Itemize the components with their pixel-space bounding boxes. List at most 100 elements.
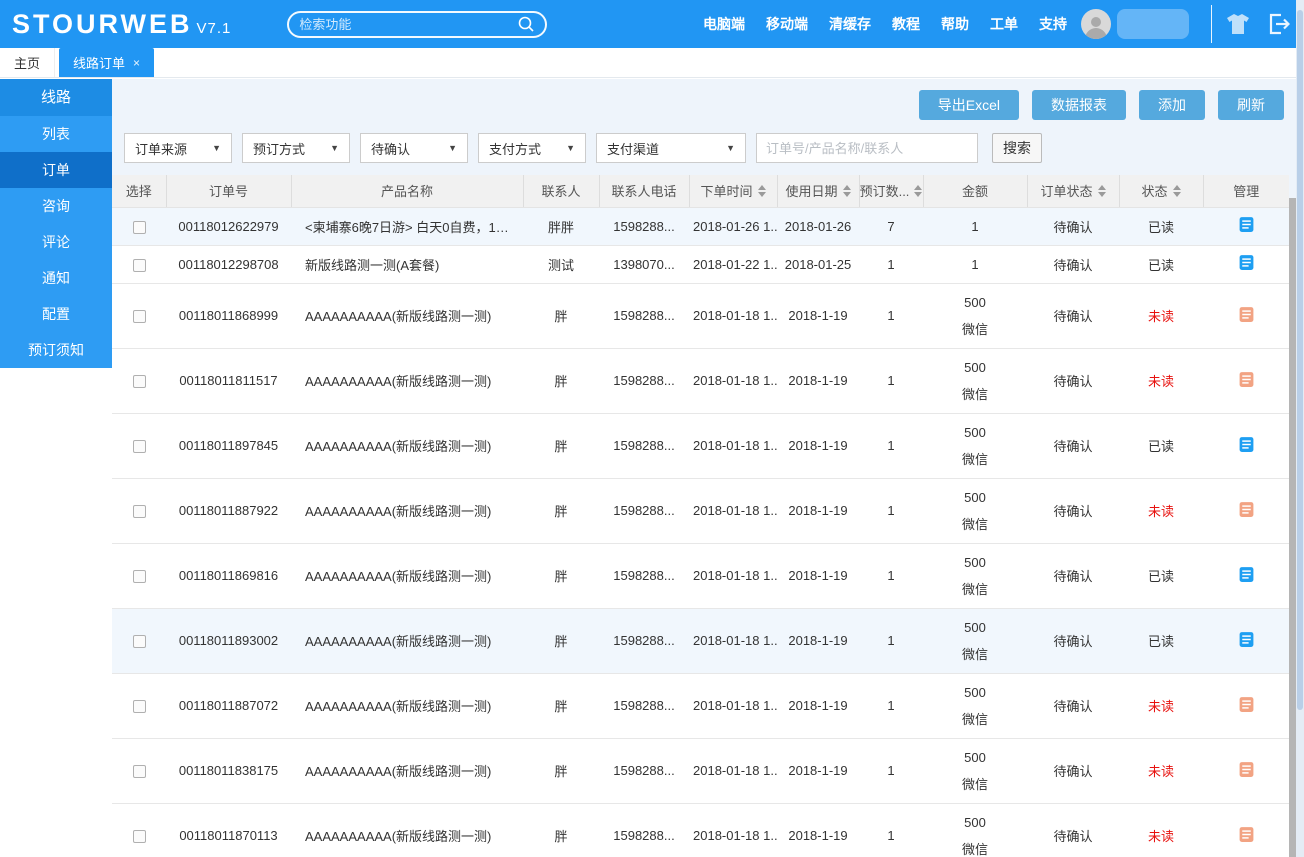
pay-channel: 微信: [961, 386, 988, 402]
cell-read-status: 未读: [1119, 348, 1203, 414]
row-checkbox[interactable]: [132, 258, 146, 272]
sidebar-item[interactable]: 列表: [0, 116, 112, 152]
logout-icon[interactable]: [1268, 13, 1290, 35]
sidebar-item[interactable]: 评论: [0, 224, 112, 260]
row-checkbox[interactable]: [132, 375, 146, 389]
tab-close-icon[interactable]: ×: [133, 56, 140, 70]
toolbar-button[interactable]: 添加: [1139, 90, 1205, 120]
cell-contact: 胖: [523, 283, 599, 349]
cell-select: [112, 478, 166, 544]
row-checkbox[interactable]: [132, 830, 146, 844]
row-checkbox[interactable]: [132, 570, 146, 584]
column-header[interactable]: 金额: [923, 175, 1028, 208]
filter-select[interactable]: 订单来源 ▼: [124, 133, 232, 163]
manage-document-icon[interactable]: [1238, 501, 1255, 518]
search-button[interactable]: 搜索: [992, 133, 1042, 163]
toolbar-button[interactable]: 刷新: [1218, 90, 1284, 120]
sort-icon[interactable]: [1172, 184, 1181, 197]
window-scrollbar-thumb[interactable]: [1297, 10, 1303, 710]
manage-document-icon[interactable]: [1238, 436, 1255, 453]
sidebar-item[interactable]: 预订须知: [0, 332, 112, 368]
column-header[interactable]: 产品名称: [291, 175, 524, 208]
header-menu-item[interactable]: 移动端: [766, 14, 808, 34]
tab[interactable]: 线路订单 ×: [59, 48, 155, 77]
column-header[interactable]: 使用日期: [777, 175, 860, 208]
manage-document-icon[interactable]: [1238, 696, 1255, 713]
toolbar-button[interactable]: 数据报表: [1032, 90, 1126, 120]
cell-order-time: 2018-01-18 1...: [689, 673, 777, 739]
cell-select: [112, 283, 166, 349]
global-search[interactable]: [287, 10, 548, 38]
header-menu-item[interactable]: 教程: [892, 14, 920, 34]
cell-select: [112, 803, 166, 857]
row-checkbox[interactable]: [132, 220, 146, 234]
sort-icon[interactable]: [1097, 184, 1106, 197]
cell-order-status: 待确认: [1027, 608, 1119, 674]
amount-value: 500: [964, 619, 986, 635]
filter-select[interactable]: 支付方式 ▼: [478, 133, 586, 163]
sidebar-item[interactable]: 咨询: [0, 188, 112, 224]
column-header[interactable]: 订单状态: [1027, 175, 1120, 208]
manage-document-icon[interactable]: [1238, 216, 1255, 233]
column-header[interactable]: 联系人电话: [599, 175, 690, 208]
order-search-input[interactable]: [756, 133, 978, 163]
toolbar-button[interactable]: 导出Excel: [918, 90, 1019, 120]
manage-document-icon[interactable]: [1238, 826, 1255, 843]
row-checkbox[interactable]: [132, 765, 146, 779]
row-checkbox[interactable]: [132, 440, 146, 454]
avatar[interactable]: [1081, 9, 1111, 39]
row-checkbox[interactable]: [132, 310, 146, 324]
manage-document-icon[interactable]: [1238, 306, 1255, 323]
row-checkbox[interactable]: [132, 700, 146, 714]
cell-order-time: 2018-01-22 1...: [689, 245, 777, 284]
sort-icon[interactable]: [914, 184, 922, 197]
column-header[interactable]: 管理: [1203, 175, 1289, 208]
table-row: 00118011869816 AAAAAAAAAA(新版线路测一测) 胖 159…: [112, 543, 1289, 609]
action-toolbar: 导出Excel 数据报表 添加 刷新: [112, 79, 1296, 120]
sidebar-section-lines[interactable]: 线路: [0, 79, 112, 116]
cell-product-name: AAAAAAAAAA(新版线路测一测): [291, 283, 523, 349]
table-scrollbar-thumb[interactable]: [1289, 198, 1296, 857]
filter-select[interactable]: 待确认 ▼: [360, 133, 468, 163]
pay-channel: 微信: [961, 776, 988, 792]
cell-use-date: 2018-01-26: [777, 207, 859, 246]
cell-order-no: 00118011811517: [166, 348, 291, 414]
column-header[interactable]: 联系人: [523, 175, 600, 208]
column-header[interactable]: 下单时间: [689, 175, 778, 208]
manage-document-icon[interactable]: [1238, 371, 1255, 388]
column-header[interactable]: 订单号: [166, 175, 292, 208]
sidebar-item[interactable]: 配置: [0, 296, 112, 332]
header-menu-item[interactable]: 清缓存: [829, 14, 871, 34]
header-menu-item[interactable]: 支持: [1039, 14, 1067, 34]
sidebar-item[interactable]: 通知: [0, 260, 112, 296]
column-header[interactable]: 选择: [112, 175, 167, 208]
table-row: 00118012622979 <柬埔寨6晚7日游> 白天0自费，1天自... 胖…: [112, 207, 1289, 246]
column-header[interactable]: 状态: [1119, 175, 1204, 208]
cell-order-no: 00118011869816: [166, 543, 291, 609]
sort-icon[interactable]: [757, 184, 766, 197]
filter-select[interactable]: 支付渠道 ▼: [596, 133, 746, 163]
header-menu-item[interactable]: 帮助: [941, 14, 969, 34]
cell-contact: 胖: [523, 413, 599, 479]
filter-select[interactable]: 预订方式 ▼: [242, 133, 350, 163]
sort-icon[interactable]: [842, 184, 851, 197]
header-menu-item[interactable]: 工单: [990, 14, 1018, 34]
sidebar-item[interactable]: 订单: [0, 152, 112, 188]
header-menu-item[interactable]: 电脑端: [703, 14, 745, 34]
window-scrollbar[interactable]: [1296, 0, 1304, 857]
cell-phone: 1598288...: [599, 478, 689, 544]
amount-value: 500: [964, 814, 986, 830]
manage-document-icon[interactable]: [1238, 566, 1255, 583]
row-checkbox[interactable]: [132, 505, 146, 519]
global-search-input[interactable]: [299, 16, 518, 32]
cell-phone: 1598288...: [599, 803, 689, 857]
cell-qty: 1: [859, 673, 923, 739]
row-checkbox[interactable]: [132, 635, 146, 649]
cell-amount: 500 微信: [923, 413, 1027, 479]
manage-document-icon[interactable]: [1238, 254, 1255, 271]
column-header[interactable]: 预订数...: [859, 175, 924, 208]
manage-document-icon[interactable]: [1238, 631, 1255, 648]
tab[interactable]: 主页: [0, 48, 56, 77]
manage-document-icon[interactable]: [1238, 761, 1255, 778]
theme-tshirt-icon[interactable]: [1226, 13, 1250, 35]
